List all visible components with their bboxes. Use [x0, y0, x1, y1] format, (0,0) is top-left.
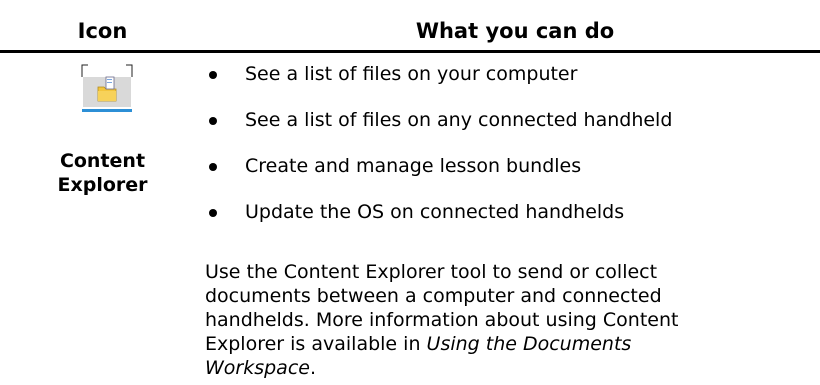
bullet-dot: [209, 209, 217, 217]
bullet-dot: [209, 117, 217, 125]
tool-name-line-1: Content: [59, 150, 146, 172]
list-item-text: See a list of files on your computer: [245, 63, 578, 85]
list-item: Update the OS on connected handhelds: [205, 197, 820, 237]
tool-name: Content Explorer: [0, 149, 205, 197]
description-paragraph: Use the Content Explorer tool to send or…: [205, 260, 820, 380]
list-item: Create and manage lesson bundles: [205, 151, 820, 191]
list-item-text: See a list of files on any connected han…: [245, 109, 673, 131]
bullet-dot: [209, 163, 217, 171]
list-item-text: Create and manage lesson bundles: [245, 155, 582, 177]
tool-name-line-2: Explorer: [57, 174, 148, 196]
list-item: See a list of files on your computer: [205, 59, 820, 99]
bullet-dot: [209, 71, 217, 79]
content-explorer-icon: [80, 63, 134, 117]
column-header-icon: Icon: [77, 19, 128, 43]
column-header-what-you-can-do: What you can do: [415, 19, 615, 43]
list-item: See a list of files on any connected han…: [205, 105, 820, 145]
list-item-text: Update the OS on connected handhelds: [245, 201, 625, 223]
description-end: .: [309, 357, 317, 379]
icon-cell: Content Explorer: [0, 53, 205, 385]
